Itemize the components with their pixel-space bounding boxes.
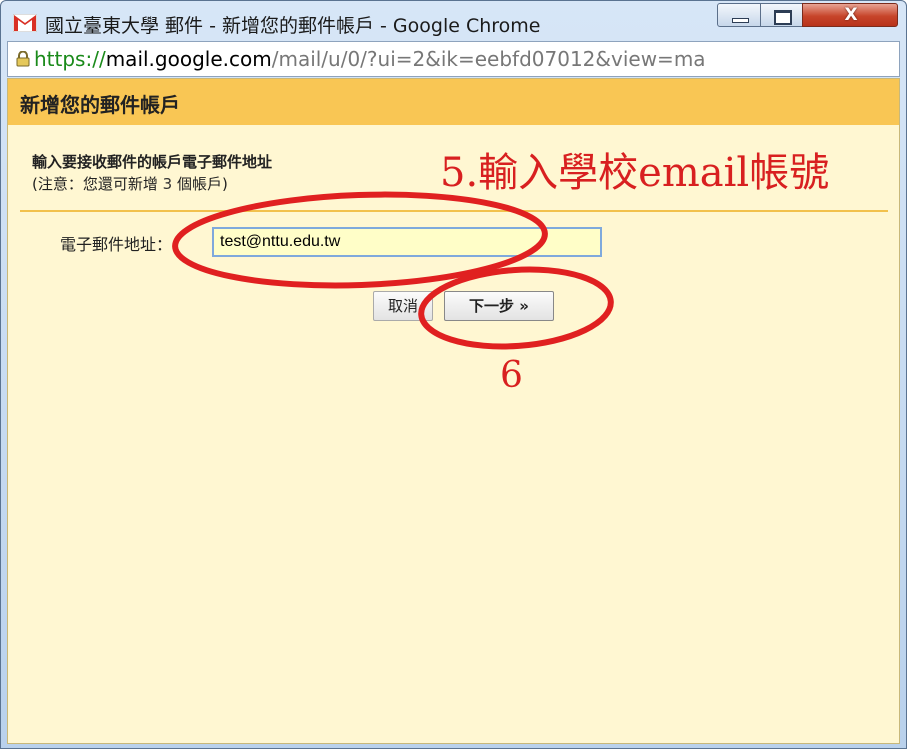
- next-step-button[interactable]: 下一步 »: [444, 291, 554, 321]
- divider: [20, 210, 888, 212]
- remaining-accounts-note: (注意：您還可新增 3 個帳戶): [32, 173, 228, 194]
- email-input[interactable]: [212, 227, 602, 257]
- note-count: 3: [162, 175, 173, 193]
- step-6-annotation: 6: [500, 355, 523, 396]
- address-bar[interactable]: https://mail.google.com/mail/u/0/?ui=2&i…: [7, 41, 900, 77]
- email-label: 電子郵件地址：: [60, 235, 173, 254]
- maximize-icon: [774, 10, 792, 25]
- note-prefix: (注意：您還可新增: [32, 175, 163, 193]
- window-title: 國立臺東大學 郵件 - 新增您的郵件帳戶 - Google Chrome: [45, 15, 541, 37]
- lock-icon: [16, 51, 30, 67]
- gmail-icon: [13, 14, 37, 32]
- dialog-title: 新增您的郵件帳戶: [20, 93, 180, 117]
- close-icon: X: [844, 5, 858, 25]
- dialog-header: 新增您的郵件帳戶: [8, 79, 899, 125]
- url-scheme: https://: [34, 47, 106, 71]
- note-suffix: 個帳戶): [172, 175, 228, 193]
- url-host: mail.google.com: [105, 47, 272, 71]
- cancel-button[interactable]: 取消: [373, 291, 433, 321]
- close-button[interactable]: X: [802, 3, 898, 27]
- url-text: https://mail.google.com/mail/u/0/?ui=2&i…: [34, 47, 706, 71]
- maximize-button[interactable]: [760, 3, 803, 27]
- step-5-annotation: 5.輸入學校email帳號: [440, 150, 830, 196]
- url-path: /mail/u/0/?ui=2&ik=eebfd07012&view=ma: [271, 47, 706, 71]
- instruction-text: 輸入要接收郵件的帳戶電子郵件地址: [32, 153, 273, 171]
- browser-window: 國立臺東大學 郵件 - 新增您的郵件帳戶 - Google Chrome X h…: [0, 0, 907, 749]
- minimize-icon: [732, 18, 749, 23]
- title-bar[interactable]: 國立臺東大學 郵件 - 新增您的郵件帳戶 - Google Chrome X: [1, 1, 906, 41]
- minimize-button[interactable]: [717, 3, 761, 27]
